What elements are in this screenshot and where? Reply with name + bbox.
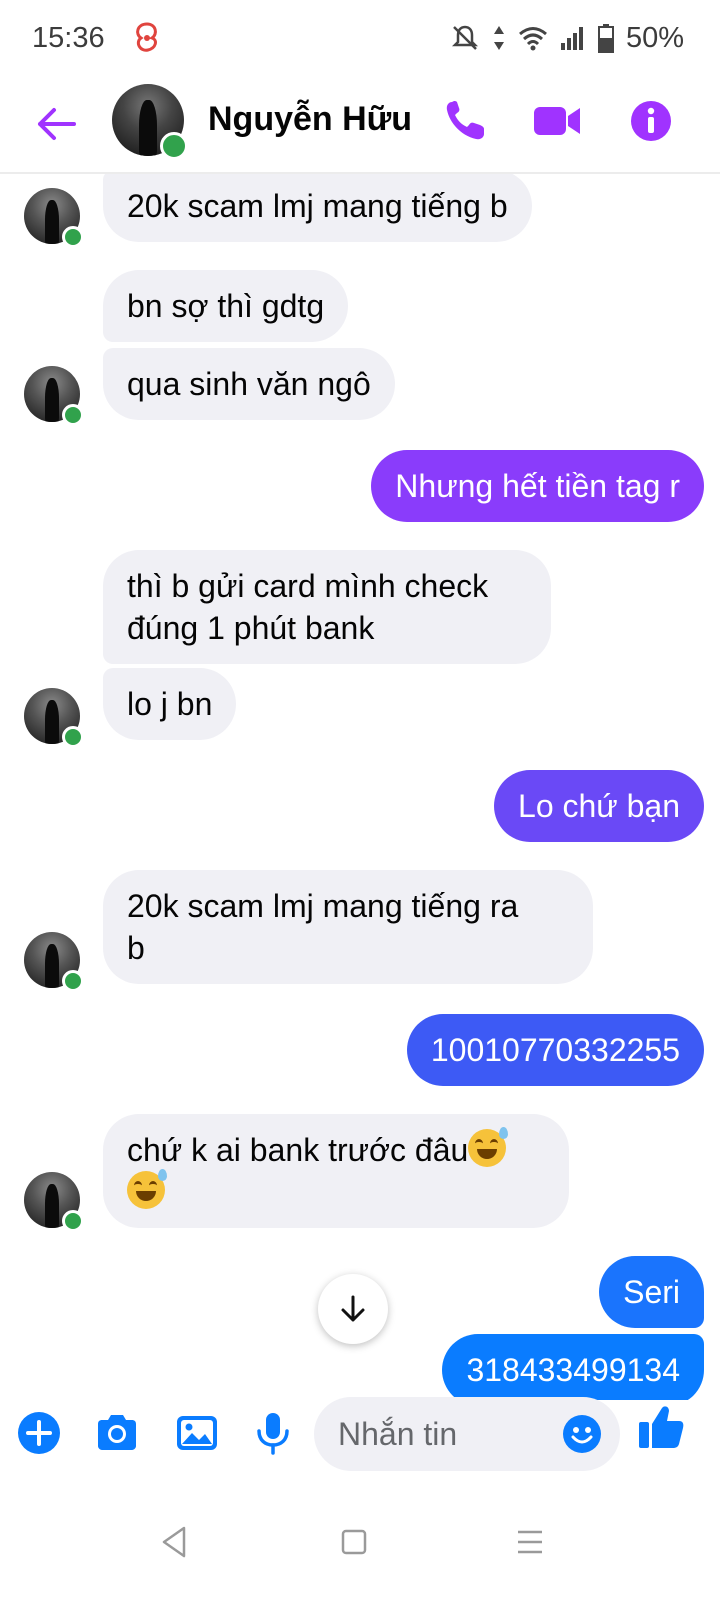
- message-list[interactable]: 20k scam lmj mang tiếng b bn sợ thì gdtg…: [0, 174, 720, 1400]
- data-arrows-icon: [493, 26, 504, 50]
- online-indicator: [160, 132, 188, 160]
- status-bar: 15:36 50%: [0, 0, 720, 80]
- grinning-sweat-emoji: [468, 1127, 509, 1167]
- info-icon[interactable]: [626, 96, 676, 146]
- image-gallery-icon[interactable]: [174, 1410, 220, 1456]
- message-bubble-outgoing[interactable]: 318433499134: [442, 1334, 704, 1400]
- battery-percent: 50%: [625, 21, 684, 54]
- message-text: lo j bn: [127, 686, 213, 722]
- app-notification-icon: [136, 22, 157, 52]
- message-text: 20k scam lmj mang tiếng b: [127, 188, 508, 224]
- message-bubble-incoming[interactable]: thì b gửi card mình check đúng 1 phút ba…: [103, 550, 551, 664]
- message-bubble-incoming[interactable]: 20k scam lmj mang tiếng b: [103, 174, 532, 242]
- message-text: Seri: [623, 1274, 680, 1310]
- message-text-line: thì b gửi card mình check: [127, 568, 489, 604]
- message-text: Nhưng hết tiền tag r: [395, 468, 680, 504]
- message-bubble-outgoing[interactable]: Nhưng hết tiền tag r: [371, 450, 704, 522]
- message-bubble-incoming[interactable]: chứ k ai bank trước đâu: [103, 1114, 569, 1228]
- message-input-placeholder: Nhắn tin: [338, 1416, 458, 1452]
- arrow-down-icon: [341, 1295, 365, 1322]
- message-bubble-incoming[interactable]: lo j bn: [103, 668, 237, 740]
- message-text: 318433499134: [466, 1352, 680, 1388]
- nav-home-icon[interactable]: [334, 1522, 374, 1562]
- battery-icon: [597, 24, 614, 53]
- status-time: 15:36: [32, 22, 105, 54]
- message-text-line: b: [127, 930, 145, 966]
- message-text-line: 20k scam lmj mang tiếng ra: [127, 888, 519, 924]
- conversation-header: Nguyễn Hữu: [0, 80, 720, 174]
- phone-icon[interactable]: [440, 96, 490, 146]
- message-text: bn sợ thì gdtg: [127, 288, 325, 324]
- signal-icon: [560, 27, 583, 50]
- message-bubble-outgoing[interactable]: Lo chứ bạn: [494, 770, 704, 842]
- online-indicator: [62, 226, 84, 248]
- message-bubble-outgoing[interactable]: 10010770332255: [406, 1014, 704, 1086]
- microphone-icon[interactable]: [250, 1410, 296, 1456]
- status-icons: 50%: [450, 18, 684, 58]
- system-navigation-bar: [0, 1490, 720, 1600]
- contact-name[interactable]: Nguyễn Hữu: [208, 100, 412, 139]
- online-indicator: [62, 1210, 84, 1232]
- composer-bar: Nhắn tin: [0, 1397, 720, 1471]
- message-bubble-outgoing[interactable]: Seri: [599, 1256, 704, 1328]
- scroll-to-bottom-button[interactable]: [318, 1274, 388, 1344]
- message-text-line: đúng 1 phút bank: [127, 610, 375, 646]
- nav-back-icon[interactable]: [156, 1522, 196, 1562]
- grinning-sweat-emoji: [127, 1169, 167, 1209]
- message-text: chứ k ai bank trước đâu: [127, 1132, 469, 1168]
- online-indicator: [62, 970, 84, 992]
- message-bubble-incoming[interactable]: 20k scam lmj mang tiếng ra b: [103, 870, 593, 984]
- plus-icon[interactable]: [16, 1410, 62, 1456]
- camera-icon[interactable]: [94, 1410, 140, 1456]
- emoji-picker-icon[interactable]: [562, 1414, 602, 1454]
- wifi-icon: [518, 27, 547, 51]
- video-call-icon[interactable]: [532, 96, 582, 146]
- message-bubble-incoming[interactable]: bn sợ thì gdtg: [103, 270, 349, 342]
- online-indicator: [62, 404, 84, 426]
- message-text: Lo chứ bạn: [518, 788, 680, 824]
- message-bubble-incoming[interactable]: qua sinh văn ngô: [103, 348, 395, 420]
- message-text: qua sinh văn ngô: [127, 366, 371, 402]
- mute-icon: [451, 25, 478, 50]
- message-text: 10010770332255: [430, 1032, 680, 1068]
- message-input[interactable]: Nhắn tin: [314, 1397, 620, 1471]
- thumbs-up-icon[interactable]: [636, 1402, 686, 1452]
- online-indicator: [62, 726, 84, 748]
- nav-recents-icon[interactable]: [510, 1522, 550, 1562]
- back-arrow-icon[interactable]: [34, 102, 78, 146]
